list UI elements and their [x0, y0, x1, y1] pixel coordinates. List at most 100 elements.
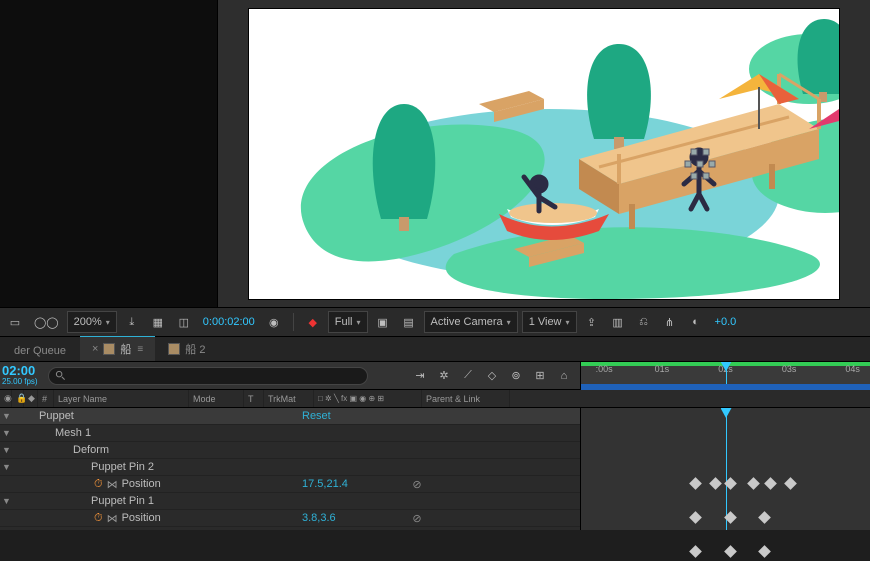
- row-pin-2[interactable]: ▼ Puppet Pin 2: [0, 459, 580, 476]
- preview-quality-dropdown[interactable]: Full: [328, 311, 368, 333]
- col-parent: Parent & Link: [422, 390, 510, 407]
- row-label: Mesh 1: [15, 427, 91, 439]
- col-label-icon[interactable]: ◆: [24, 390, 38, 407]
- view-toggle-icon[interactable]: ▭: [4, 311, 26, 333]
- timecode-display[interactable]: 0:00:02:00: [199, 311, 259, 333]
- motion-blur-icon[interactable]: ⊚: [506, 366, 526, 386]
- reset-link[interactable]: Reset: [302, 410, 402, 422]
- brainstorm-icon[interactable]: ⌂: [554, 366, 574, 386]
- zoom-dropdown[interactable]: 200%: [67, 311, 117, 333]
- tab-comp-1[interactable]: × 船 ≡: [80, 336, 155, 361]
- mask-toggle-icon[interactable]: ◯◯: [30, 311, 63, 333]
- keyframe[interactable]: [709, 477, 722, 490]
- layer-outline[interactable]: ▼Puppet Reset ▼ Mesh 1 ▼Deform ▼ Puppet Pi…: [0, 408, 580, 530]
- camera-value: Active Camera: [431, 316, 503, 328]
- work-area-indicator[interactable]: [581, 384, 870, 390]
- timeline-tabs: der Queue × 船 ≡ 船 2: [0, 337, 870, 362]
- row-label: Puppet Pin 2: [15, 461, 154, 473]
- keyframe[interactable]: [689, 511, 702, 524]
- track-rotation[interactable]: [581, 544, 870, 561]
- row-effect-puppet[interactable]: ▼Puppet Reset: [0, 408, 580, 425]
- pickwhip-icon[interactable]: ⊘: [402, 478, 432, 491]
- exposure-value[interactable]: +0.0: [711, 311, 741, 333]
- composition-canvas[interactable]: [249, 9, 839, 299]
- keyframe[interactable]: [689, 545, 702, 558]
- camera-dropdown[interactable]: Active Camera: [424, 311, 518, 333]
- preview-quality-value: Full: [335, 316, 353, 328]
- graph-editor-icon[interactable]: ⊞: [530, 366, 550, 386]
- col-switches: □ ✲ ╲ fx ▣ ◉ ⊕ ⊞: [314, 390, 422, 407]
- stopwatch-icon[interactable]: ⏱: [94, 478, 103, 491]
- frame-blend-icon[interactable]: ◇: [482, 366, 502, 386]
- keyframe-nav-icon[interactable]: ⋈: [107, 478, 118, 491]
- views-dropdown[interactable]: 1 View: [522, 311, 577, 333]
- row-label: Puppet Pin 1: [15, 495, 154, 507]
- track-pin2-position[interactable]: [581, 476, 870, 493]
- keyframe[interactable]: [784, 477, 797, 490]
- roi-icon[interactable]: ▤: [398, 311, 420, 333]
- close-tab-icon[interactable]: ×: [92, 343, 98, 355]
- twirl-icon[interactable]: ▼: [2, 428, 11, 438]
- timeline-graph-icon[interactable]: ⋔: [659, 311, 681, 333]
- ruler-label: 04s: [845, 364, 860, 374]
- keyframe[interactable]: [747, 477, 760, 490]
- track-pin1-position[interactable]: [581, 510, 870, 527]
- keyframe[interactable]: [724, 477, 737, 490]
- grid-icon[interactable]: ▦: [147, 311, 169, 333]
- layer-search-input[interactable]: [48, 367, 368, 385]
- viewer-toolbar: ▭ ◯◯ 200% ⤓ ▦ ◫ 0:00:02:00 ◉ ◆ Full ▣ ▤ …: [0, 307, 870, 337]
- row-deform[interactable]: ▼Deform: [0, 442, 580, 459]
- keyframe-nav-icon[interactable]: ⋈: [107, 512, 118, 525]
- current-time-indicator[interactable]: 02:00 25.00 fps): [0, 365, 42, 387]
- share-view-icon[interactable]: ⇪: [581, 311, 603, 333]
- fast-previews-icon[interactable]: ⎌: [633, 311, 655, 333]
- tab-render-queue[interactable]: der Queue: [2, 341, 78, 361]
- property-value[interactable]: 3.8,3.6: [302, 512, 402, 524]
- time-ruler[interactable]: :00s 01s 02s 03s 04s: [580, 362, 870, 390]
- keyframe[interactable]: [758, 545, 771, 558]
- channel-icon[interactable]: ◆: [302, 311, 324, 333]
- col-visibility-icon[interactable]: ◉: [0, 390, 12, 407]
- pickwhip-icon[interactable]: ⊘: [402, 512, 432, 525]
- exposure-icon[interactable]: ◐: [685, 311, 707, 333]
- draft3d-icon[interactable]: ✲: [434, 366, 454, 386]
- stopwatch-icon[interactable]: ⏱: [94, 512, 103, 525]
- guides-icon[interactable]: ◫: [173, 311, 195, 333]
- tab-label: 船 2: [185, 341, 205, 357]
- comp-mini-flowchart-icon[interactable]: ⇥: [410, 366, 430, 386]
- timeline-header: 02:00 25.00 fps) ⇥ ✲ ⟋ ◇ ⊚ ⊞ ⌂ :00s 01s …: [0, 362, 870, 390]
- keyframe[interactable]: [758, 511, 771, 524]
- ruler-label: 01s: [655, 364, 670, 374]
- row-label: Position: [122, 478, 161, 490]
- timeline-toolbar-icons: ⇥ ✲ ⟋ ◇ ⊚ ⊞ ⌂: [410, 366, 580, 386]
- tab-menu-icon[interactable]: ≡: [137, 344, 143, 355]
- timeline-tracks[interactable]: [580, 408, 870, 530]
- keyframe[interactable]: [724, 511, 737, 524]
- resolution-down-icon[interactable]: ⤓: [121, 311, 143, 333]
- shy-icon[interactable]: ⟋: [458, 366, 478, 386]
- row-mesh[interactable]: ▼ Mesh 1: [0, 425, 580, 442]
- framerate: 25.00 fps): [2, 376, 42, 387]
- row-pin-1[interactable]: ▼ Puppet Pin 1: [0, 493, 580, 510]
- transparency-grid-icon[interactable]: ▣: [372, 311, 394, 333]
- property-value[interactable]: 17.5,21.4: [302, 478, 402, 490]
- col-lock-icon[interactable]: 🔒: [12, 390, 24, 407]
- preview-pane: [0, 0, 870, 307]
- row-pin-2-position[interactable]: ⏱ ⋈ Position 17.5,21.4 ⊘: [0, 476, 580, 493]
- twirl-icon[interactable]: ▼: [2, 411, 11, 421]
- row-pin-1-position[interactable]: ⏱ ⋈ Position 3.8,3.6 ⊘: [0, 510, 580, 527]
- preview-viewport[interactable]: [218, 0, 870, 307]
- empty-left-panel: [0, 0, 218, 307]
- keyframe[interactable]: [689, 477, 702, 490]
- ruler-label: 03s: [782, 364, 797, 374]
- twirl-icon[interactable]: ▼: [2, 445, 11, 455]
- twirl-icon[interactable]: ▼: [2, 496, 11, 506]
- snapshot-icon[interactable]: ◉: [263, 311, 285, 333]
- keyframe[interactable]: [724, 545, 737, 558]
- tab-comp-2[interactable]: 船 2: [157, 337, 217, 361]
- pixel-aspect-icon[interactable]: ▥: [607, 311, 629, 333]
- keyframe[interactable]: [764, 477, 777, 490]
- search-icon: [55, 370, 66, 381]
- timecode-text: 0:00:02:00: [203, 316, 255, 328]
- twirl-icon[interactable]: ▼: [2, 462, 11, 472]
